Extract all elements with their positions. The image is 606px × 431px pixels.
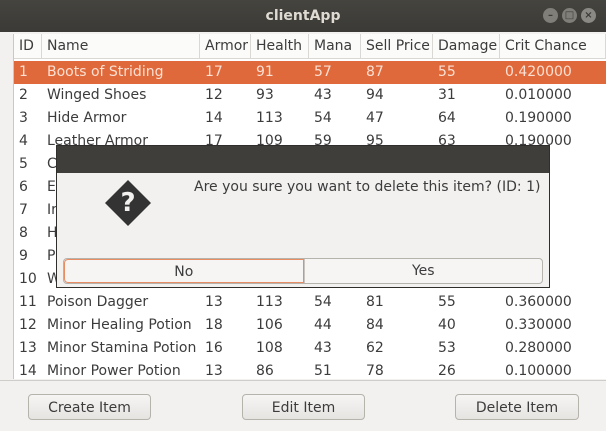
modal-overlay: ? Are you sure you want to delete this i…: [0, 0, 606, 431]
dialog-titlebar: [57, 146, 549, 173]
svg-text:?: ?: [120, 188, 135, 218]
dialog-button-group: No Yes: [63, 258, 543, 284]
confirm-delete-dialog: ? Are you sure you want to delete this i…: [57, 146, 549, 287]
no-button[interactable]: No: [64, 259, 304, 283]
dialog-message: Are you sure you want to delete this ite…: [194, 179, 541, 195]
yes-button[interactable]: Yes: [303, 259, 543, 283]
question-icon: ?: [103, 178, 153, 232]
